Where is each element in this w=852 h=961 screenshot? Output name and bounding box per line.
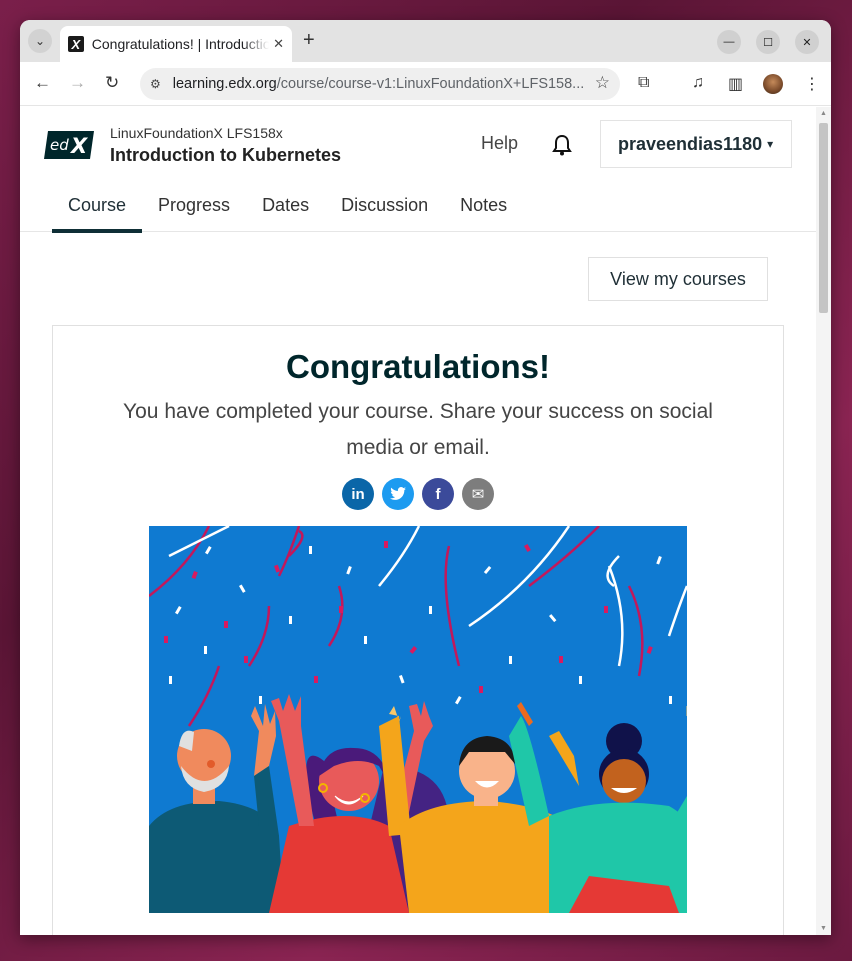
minimize-button[interactable]: — bbox=[717, 30, 741, 54]
address-toolbar: ← → ↻ ⚙ learning.edx.org/course/course-v… bbox=[20, 62, 831, 106]
course-header: ed X LinuxFoundationX LFS158x Introducti… bbox=[20, 107, 816, 233]
course-org: LinuxFoundationX LFS158x bbox=[110, 125, 283, 141]
tab-title: Congratulations! | Introduction to Kuber… bbox=[91, 36, 270, 52]
extensions-icon[interactable]: ⧉ bbox=[638, 74, 649, 92]
page-scrollbar[interactable]: ▲ ▼ bbox=[816, 107, 831, 935]
scroll-thumb[interactable] bbox=[819, 123, 828, 313]
forward-icon[interactable]: → bbox=[69, 73, 86, 93]
tab-bar: ⌄ X Congratulations! | Introduction to K… bbox=[20, 20, 831, 62]
view-my-courses-button[interactable]: View my courses bbox=[588, 257, 768, 301]
tab-dates[interactable]: Dates bbox=[246, 187, 325, 233]
notification-bell-icon[interactable] bbox=[552, 134, 572, 156]
edx-logo[interactable]: ed X bbox=[44, 131, 94, 159]
facebook-icon[interactable]: f bbox=[422, 478, 454, 510]
tab-course[interactable]: Course bbox=[52, 187, 143, 233]
congratulations-card: Congratulations! You have completed your… bbox=[52, 325, 784, 935]
close-tab-icon[interactable]: ✕ bbox=[273, 36, 284, 52]
scroll-down-icon[interactable]: ▼ bbox=[820, 925, 827, 932]
menu-kebab-icon[interactable]: ⋮ bbox=[804, 74, 820, 94]
new-tab-button[interactable]: + bbox=[303, 29, 315, 52]
user-menu-button[interactable]: praveendias1180 ▾ bbox=[600, 120, 792, 168]
tab-discussion[interactable]: Discussion bbox=[325, 187, 444, 233]
side-panel-icon[interactable]: ▥ bbox=[728, 74, 743, 94]
share-buttons: in f ✉ bbox=[342, 478, 502, 510]
congrats-title: Congratulations! bbox=[286, 348, 550, 385]
active-tab[interactable]: X Congratulations! | Introduction to Kub… bbox=[60, 26, 292, 62]
svg-text:ed: ed bbox=[50, 136, 69, 154]
username: praveendias1180 bbox=[618, 133, 763, 154]
tab-notes[interactable]: Notes bbox=[444, 187, 523, 233]
bookmark-star-icon[interactable]: ☆ bbox=[595, 73, 610, 93]
site-info-icon[interactable]: ⚙ bbox=[150, 77, 161, 91]
tab-search-button[interactable]: ⌄ bbox=[28, 29, 52, 53]
url-text[interactable]: learning.edx.org/course/course-v1:LinuxF… bbox=[173, 76, 583, 92]
course-nav-tabs: Course Progress Dates Discussion Notes bbox=[52, 187, 523, 233]
course-title: Introduction to Kubernetes bbox=[110, 145, 341, 165]
svg-text:X: X bbox=[69, 134, 89, 158]
help-link[interactable]: Help bbox=[481, 133, 518, 154]
profile-avatar[interactable] bbox=[763, 74, 783, 94]
twitter-icon[interactable] bbox=[382, 478, 414, 510]
omnibox[interactable]: ⚙ learning.edx.org/course/course-v1:Linu… bbox=[140, 68, 620, 100]
browser-window: ⌄ X Congratulations! | Introduction to K… bbox=[20, 20, 831, 935]
close-window-button[interactable]: ✕ bbox=[795, 30, 819, 54]
scroll-up-icon[interactable]: ▲ bbox=[820, 110, 827, 117]
tab-progress[interactable]: Progress bbox=[142, 187, 246, 233]
back-icon[interactable]: ← bbox=[34, 73, 51, 93]
linkedin-icon[interactable]: in bbox=[342, 478, 374, 510]
reload-icon[interactable]: ↻ bbox=[105, 73, 119, 93]
media-control-icon[interactable]: ♫ bbox=[692, 74, 704, 92]
email-icon[interactable]: ✉ bbox=[462, 478, 494, 510]
celebration-illustration bbox=[149, 526, 687, 913]
chevron-down-icon: ▾ bbox=[767, 137, 774, 151]
page-content: ed X LinuxFoundationX LFS158x Introducti… bbox=[20, 107, 816, 935]
congrats-message: You have completed your course. Share yo… bbox=[123, 400, 713, 459]
maximize-button[interactable]: ☐ bbox=[756, 30, 780, 54]
edx-favicon-icon: X bbox=[68, 36, 84, 52]
